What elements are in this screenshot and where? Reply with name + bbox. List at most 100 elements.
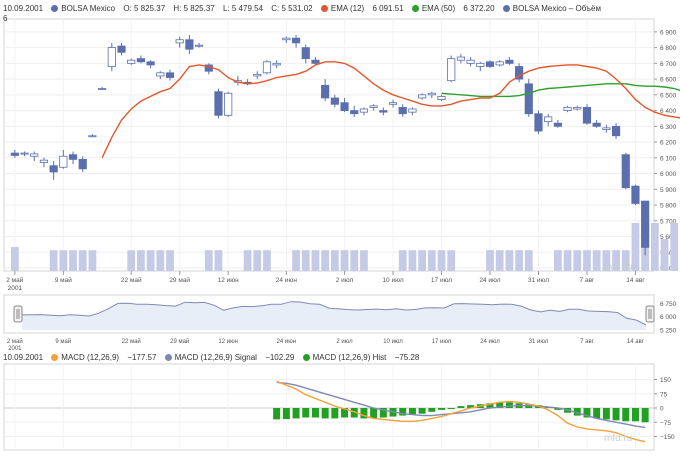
chart-svg: 6 9006 8006 7006 6006 5006 4006 3006 200… (0, 0, 680, 452)
candle-body (50, 166, 57, 172)
price-tick-label: 6 300 (660, 124, 677, 131)
legend-macd-label: MACD (12,26,9) (61, 353, 119, 362)
corner-mark: 6 (3, 13, 7, 24)
candle-body (176, 40, 183, 43)
price-tick-label: 6 600 (660, 77, 677, 84)
navigator-right-handle[interactable] (646, 306, 654, 322)
legend-ema12[interactable]: EMA (12) (321, 4, 364, 13)
hist-bar (603, 408, 610, 419)
x-tick-label: 24 июл (479, 277, 500, 284)
hist-bar (331, 408, 338, 418)
macd-legend: 10.09.2001 MACD (12,26,9) −177.57 MACD (… (3, 352, 425, 363)
navigator-tick-label: 6 000 (660, 314, 677, 321)
volume-bar (302, 250, 310, 271)
volume-bar (447, 250, 455, 271)
candle-body (399, 107, 406, 113)
macd-tick-label: 150 (660, 377, 671, 384)
candle-body (128, 60, 135, 63)
candle-body (622, 155, 629, 188)
volume-bar (583, 250, 591, 271)
navigator-x-label: 12 июн (218, 339, 238, 345)
hist-bar (370, 408, 377, 418)
x-tick-label: 22 май (121, 276, 142, 284)
volume-bar (312, 250, 320, 271)
candle-body (11, 153, 18, 155)
hist-bar (283, 408, 290, 419)
legend-ema50[interactable]: EMA (50) (412, 4, 455, 13)
price-tick-label: 6 100 (660, 155, 677, 162)
candle-body (632, 186, 639, 203)
legend-hist-value: −75.28 (395, 353, 420, 362)
volume-bar (399, 250, 407, 271)
volume-bar (69, 250, 77, 271)
navigator-x-label: 10 июл (383, 339, 403, 345)
price-tick-label: 5 900 (660, 187, 677, 194)
legend-signal-label: MACD (12,26,9) Signal (175, 353, 257, 362)
x-tick-label: 2 июл (336, 277, 354, 284)
navigator-x-label: 24 июл (480, 339, 500, 345)
candle-body (147, 62, 154, 65)
legend-ema50-label: EMA (50) (422, 4, 455, 13)
volume-bar (127, 250, 135, 271)
candle-body (254, 74, 261, 76)
hist-bar (312, 408, 319, 418)
volume-bar (573, 250, 581, 271)
volume-bar (486, 250, 494, 271)
hist-bar (448, 408, 455, 409)
price-legend: 10.09.2001 BOLSA Mexico O: 5 825.37 H: 5… (3, 3, 607, 14)
volume-bar (147, 250, 155, 271)
x-tick-label: 10 июл (382, 277, 403, 284)
candle-body (603, 128, 610, 130)
navigator-x-label: 7 авг (580, 339, 595, 345)
hist-bar (273, 408, 280, 419)
macd-tick-label: −75 (660, 420, 671, 427)
candle-body (360, 109, 367, 112)
volume-bar (292, 250, 300, 271)
candle-body (157, 73, 164, 76)
legend-symbol[interactable]: BOLSA Mexico (51, 4, 115, 13)
x-tick-label: 2 май (6, 276, 24, 284)
x-tick-label: 7 авг (580, 277, 595, 284)
candle-body (428, 93, 435, 95)
legend-high: H: 5 825.37 (173, 4, 214, 13)
legend-signal[interactable]: MACD (12,26,9) Signal (165, 353, 257, 362)
x-tick-label: 14 авг (626, 277, 645, 284)
candle-body (418, 95, 425, 98)
series-dot-icon (412, 5, 419, 12)
navigator-x-label: 29 май (170, 338, 189, 345)
volume-bar (321, 250, 329, 271)
legend-macd[interactable]: MACD (12,26,9) (51, 353, 119, 362)
legend-volume[interactable]: BOLSA Mexico – Объём (503, 4, 601, 13)
candle-body (292, 38, 299, 43)
x-tick-label: 24 июн (276, 277, 298, 284)
candle-body (583, 107, 590, 123)
series-dot-icon (503, 5, 510, 12)
navigator-x-label: 24 июн (277, 339, 297, 345)
hist-bar (457, 406, 464, 408)
hist-bar (438, 408, 445, 410)
candle-body (477, 63, 484, 66)
volume-bar (593, 250, 601, 271)
volume-bar (215, 250, 223, 271)
candle-body (79, 159, 86, 168)
watermark-main: mfd.ru (604, 262, 632, 273)
candle-body (496, 62, 503, 65)
volume-bar (350, 250, 358, 271)
candle-body (641, 201, 648, 247)
macd-tick-label: 0 (660, 406, 664, 413)
watermark-macd: mfd.ru (604, 433, 632, 444)
volume-bar (166, 250, 174, 271)
navigator-x-label: 9 май (55, 338, 71, 345)
navigator-left-handle[interactable] (14, 306, 22, 322)
volume-bar (79, 250, 87, 271)
price-tick-label: 5 800 (660, 203, 677, 210)
volume-bar (263, 250, 271, 271)
candle-body (370, 106, 377, 108)
macd-tick-label: −150 (660, 434, 675, 441)
volume-bar (11, 247, 19, 271)
hist-bar (302, 408, 309, 418)
candle-body (89, 136, 96, 137)
x-tick-label: 31 июл (528, 277, 549, 284)
legend-signal-value: −102.29 (265, 353, 294, 362)
legend-hist[interactable]: MACD (12,26,9) Hist (303, 353, 387, 362)
